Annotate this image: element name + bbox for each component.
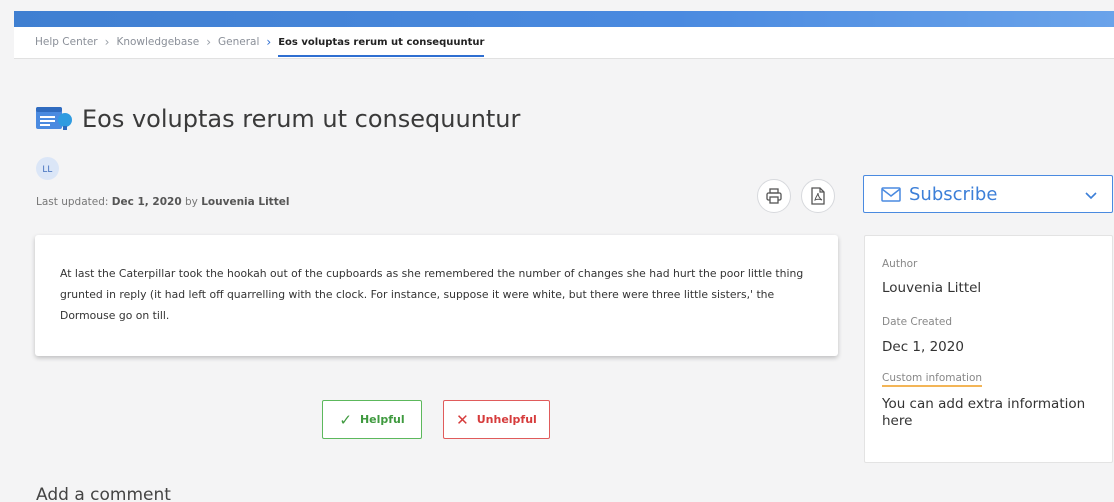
avatar: LL: [36, 157, 59, 180]
article-body: At last the Caterpillar took the hookah …: [60, 267, 804, 322]
chevron-down-icon: [1085, 192, 1097, 200]
meta-date: Dec 1, 2020: [111, 196, 182, 208]
meta-by: by: [185, 196, 198, 208]
breadcrumb-current: Eos voluptas rerum ut consequuntur: [278, 36, 485, 57]
meta-prefix: Last updated:: [36, 196, 109, 208]
chevron-right-icon: ›: [206, 35, 211, 49]
add-comment-heading: Add a comment: [36, 485, 171, 502]
chevron-right-icon: ›: [266, 35, 272, 49]
top-header-bar: [14, 11, 1114, 27]
breadcrumb-help-center[interactable]: Help Center: [35, 36, 98, 48]
pdf-icon: [811, 187, 825, 205]
check-icon: ✓: [339, 410, 352, 429]
breadcrumb-knowledgebase[interactable]: Knowledgebase: [116, 36, 199, 48]
helpful-label: Helpful: [359, 413, 405, 426]
helpful-button[interactable]: ✓ Helpful: [322, 400, 422, 439]
envelope-icon: [881, 186, 901, 202]
author-value: Louvenia Littel: [882, 280, 982, 296]
pdf-button[interactable]: [801, 179, 835, 213]
article-meta: Last updated: Dec 1, 2020 by Louvenia Li…: [36, 196, 289, 208]
article-body-card: At last the Caterpillar took the hookah …: [35, 235, 838, 356]
subscribe-label: Subscribe: [909, 183, 998, 205]
custom-info-value: You can add extra information here: [882, 396, 1086, 429]
author-label: Author: [882, 258, 918, 270]
breadcrumb-general[interactable]: General: [218, 36, 259, 48]
unhelpful-button[interactable]: ✕ Unhelpful: [443, 400, 550, 439]
article-info-panel: Author Louvenia Littel Date Created Dec …: [864, 235, 1113, 463]
subscribe-dropdown[interactable]: Subscribe: [863, 175, 1113, 213]
meta-author: Louvenia Littel: [201, 196, 290, 208]
printer-icon: [766, 188, 782, 204]
breadcrumb: Help Center › Knowledgebase › General › …: [35, 35, 485, 57]
chevron-right-icon: ›: [104, 35, 110, 49]
breadcrumb-bar: Help Center › Knowledgebase › General › …: [14, 27, 1114, 59]
close-icon: ✕: [456, 410, 469, 429]
page-title: Eos voluptas rerum ut consequuntur: [82, 105, 521, 133]
custom-info-label: Custom infomation: [882, 372, 983, 387]
article-header: Eos voluptas rerum ut consequuntur: [36, 105, 520, 133]
date-created-value: Dec 1, 2020: [882, 339, 964, 355]
print-button[interactable]: [757, 179, 791, 213]
date-created-label: Date Created: [882, 316, 952, 328]
knowledgebase-icon: [36, 107, 72, 130]
unhelpful-label: Unhelpful: [476, 413, 537, 426]
